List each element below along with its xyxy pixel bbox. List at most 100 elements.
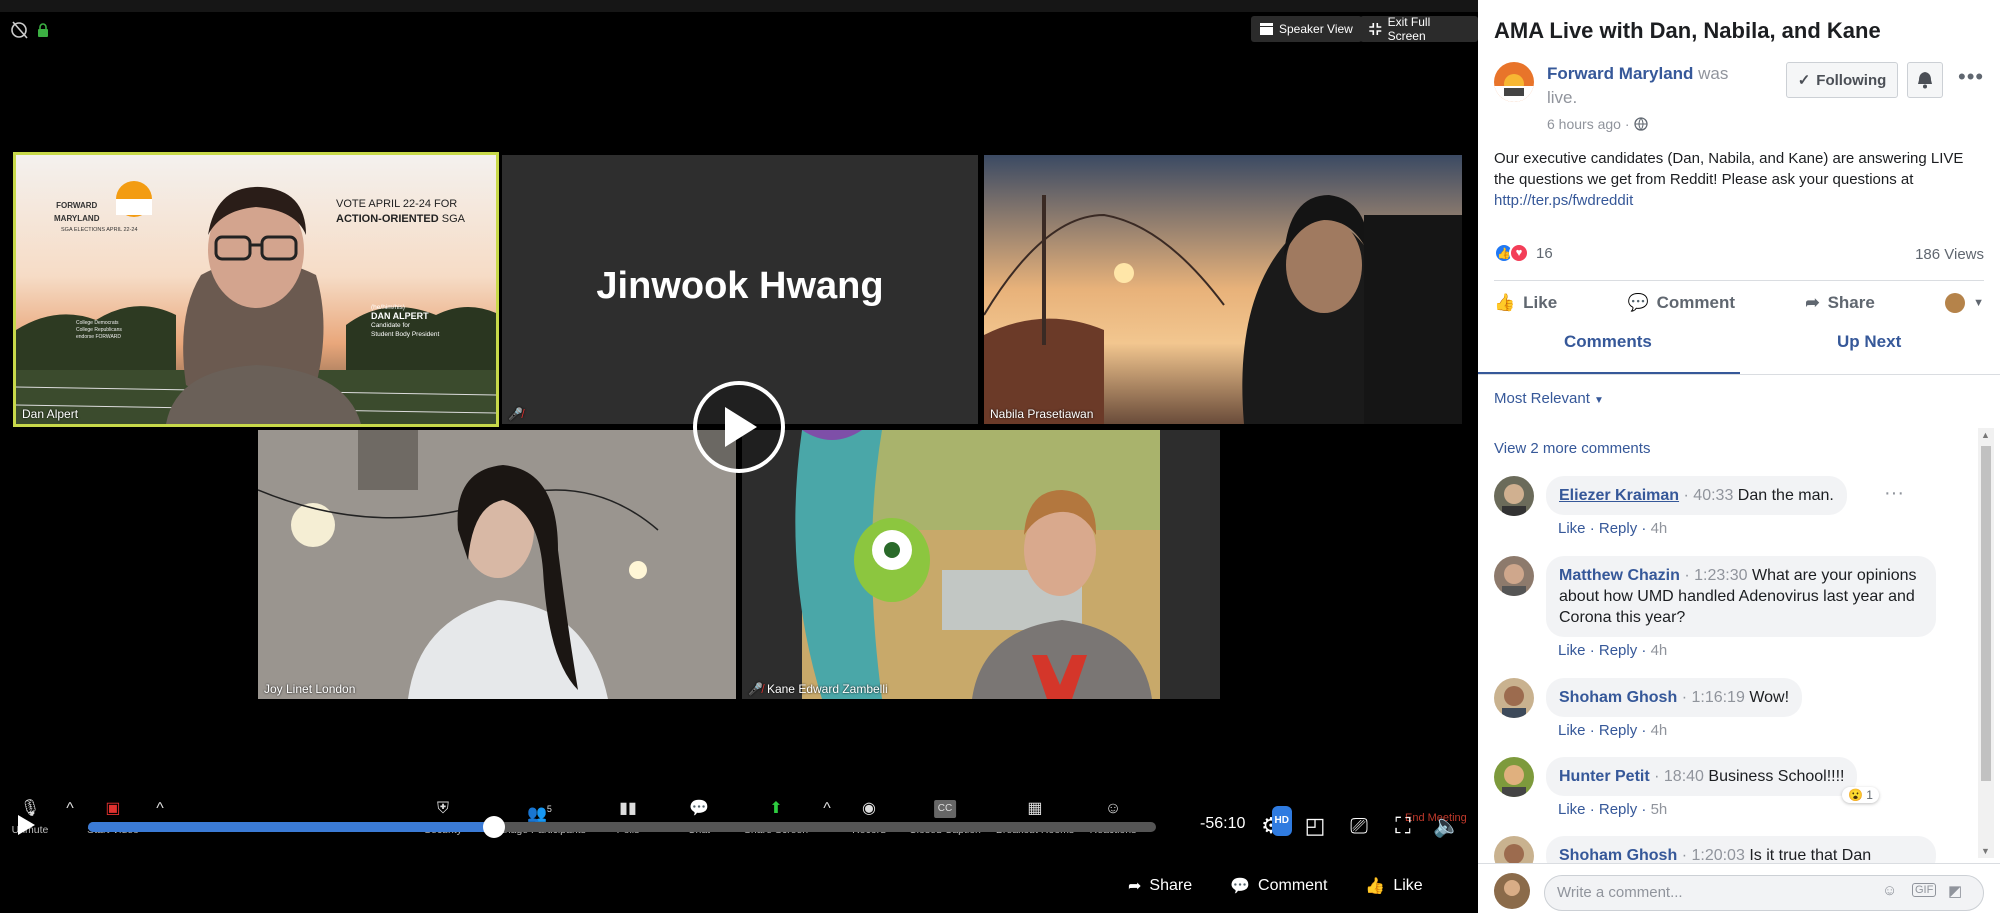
comment-timestamp[interactable]: 1:23:30: [1694, 567, 1747, 584]
overlay-comment-button[interactable]: 💬 Comment: [1230, 876, 1327, 896]
comment-reply-link[interactable]: Reply: [1599, 642, 1637, 659]
comment-author[interactable]: Hunter Petit: [1559, 768, 1650, 785]
scroll-up-icon[interactable]: ▲: [1981, 430, 1990, 440]
candidate-card: (he/him/his) DAN ALPERT Candidate for St…: [371, 304, 440, 338]
participant-tile-kane[interactable]: 🎤̸ Kane Edward Zambelli: [742, 430, 1220, 699]
post-as-selector[interactable]: ▼: [1945, 293, 1984, 313]
description-link[interactable]: http://ter.ps/fwdreddit: [1494, 190, 1984, 211]
overlay-like-button[interactable]: 👍 Like: [1365, 876, 1422, 896]
chevron-up-icon: ^: [66, 800, 74, 817]
participant-tile-dan[interactable]: FORWARD MARYLAND SGA ELECTIONS APRIL 22-…: [13, 152, 499, 427]
like-button[interactable]: 👍 Like: [1494, 293, 1557, 313]
gif-icon[interactable]: GIF: [1912, 883, 1937, 897]
settings-button[interactable]: ⚙ HD: [1256, 806, 1292, 840]
participant-name: Dan Alpert: [22, 407, 79, 421]
post-timestamp-link[interactable]: 6 hours ago ·: [1547, 116, 1630, 132]
comment-bubble: Hunter Petit · 18:40 Business School!!!!: [1546, 757, 1858, 796]
comment-timestamp[interactable]: 40:33: [1693, 487, 1733, 504]
comment-meta: Like · Reply · 4h: [1558, 520, 1668, 537]
comment-like-link[interactable]: Like: [1558, 801, 1586, 818]
exit-full-screen-button[interactable]: Exit Full Screen: [1360, 15, 1478, 43]
divider: [1494, 280, 1984, 281]
reaction-summary[interactable]: 👍 ♥ 16: [1494, 243, 1553, 263]
comment-bubble: Shoham Ghosh · 1:16:19 Wow!: [1546, 678, 1803, 717]
scroll-down-icon[interactable]: ▼: [1981, 846, 1990, 856]
muted-mic-icon: 🎤̸: [508, 407, 523, 421]
comment-button[interactable]: 💬 Comment: [1627, 293, 1735, 313]
avatar[interactable]: [1494, 757, 1534, 797]
avatar[interactable]: [1494, 836, 1534, 863]
lock-icon[interactable]: [36, 23, 50, 37]
share-screen-caret[interactable]: ^: [816, 800, 838, 824]
fullscreen-button[interactable]: ⛶: [1388, 812, 1418, 840]
post-time: 6 hours ago ·: [1547, 116, 1648, 132]
page-name-link[interactable]: Forward Maryland: [1547, 64, 1693, 83]
play-button[interactable]: [693, 381, 785, 473]
miniplayer-button[interactable]: ◰: [1300, 812, 1330, 840]
share-arrow-icon: ➦: [1805, 293, 1820, 312]
love-reaction-icon: ♥: [1509, 243, 1529, 263]
chevron-up-icon: ^: [156, 800, 164, 817]
sticker-icon[interactable]: ◩: [1948, 882, 1962, 900]
play-small-button[interactable]: [16, 814, 36, 841]
play-icon: [18, 815, 35, 835]
participant-name-muted: 🎤̸: [508, 407, 523, 421]
participant-placeholder-name: Jinwook Hwang: [596, 265, 884, 307]
participant-name: Joy Linet London: [264, 682, 356, 696]
comment-options-button[interactable]: ···: [1884, 482, 1904, 505]
avatar[interactable]: [1494, 476, 1534, 516]
comment-author[interactable]: Shoham Ghosh: [1559, 689, 1677, 706]
participant-tile-joy[interactable]: Joy Linet London: [258, 430, 736, 699]
overlay-share-button[interactable]: ➦ Share: [1128, 876, 1192, 896]
grid-icon: ▦: [1027, 800, 1043, 817]
view-more-comments-link[interactable]: View 2 more comments: [1494, 440, 1650, 457]
speaker-view-button[interactable]: Speaker View: [1251, 16, 1362, 42]
comment-author[interactable]: Matthew Chazin: [1559, 567, 1680, 584]
comment-like-link[interactable]: Like: [1558, 642, 1586, 659]
cast-button[interactable]: ⎚: [1344, 812, 1374, 840]
comment-reaction-badge[interactable]: 😮 1: [1842, 787, 1879, 803]
chevron-up-icon: ^: [823, 800, 831, 817]
chat-icon: 💬: [689, 800, 709, 817]
comment-like-link[interactable]: Like: [1558, 520, 1586, 537]
following-button[interactable]: ✓ Following: [1786, 62, 1898, 98]
volume-button[interactable]: 🔈: [1432, 812, 1462, 840]
comment-author[interactable]: Shoham Ghosh: [1559, 847, 1677, 863]
comment-timestamp[interactable]: 18:40: [1664, 768, 1704, 785]
comment-reply-link[interactable]: Reply: [1599, 722, 1637, 739]
avatar: [1494, 873, 1530, 909]
tab-comments[interactable]: Comments: [1564, 332, 1652, 352]
emoji-add-icon: ☺: [1104, 800, 1122, 817]
emoji-icon[interactable]: ☺: [1882, 882, 1897, 899]
more-options-button[interactable]: •••: [1958, 64, 1984, 90]
comment-reply-link[interactable]: Reply: [1599, 520, 1637, 537]
comment-like-link[interactable]: Like: [1558, 722, 1586, 739]
speaker-view-icon: [1260, 23, 1273, 35]
virtual-background: [16, 155, 496, 424]
share-button[interactable]: ➦ Share: [1805, 293, 1875, 313]
comment-author[interactable]: Eliezer Kraiman: [1559, 487, 1679, 504]
avatar[interactable]: [1494, 556, 1534, 596]
video-caret[interactable]: ^: [149, 800, 171, 824]
comments-scrollbar[interactable]: ▲ ▼: [1978, 428, 1994, 858]
seek-bar-handle[interactable]: [482, 816, 505, 838]
unmute-caret[interactable]: ^: [59, 800, 81, 824]
post-title: AMA Live with Dan, Nabila, and Kane: [1494, 18, 1881, 43]
avatar[interactable]: [1494, 678, 1534, 718]
notifications-button[interactable]: [1907, 62, 1943, 98]
post-description: Our executive candidates (Dan, Nabila, a…: [1494, 148, 1984, 211]
tab-up-next[interactable]: Up Next: [1837, 332, 1901, 352]
comment-text: Is it true that Dan: [1749, 847, 1872, 863]
comment-reply-link[interactable]: Reply: [1599, 801, 1637, 818]
scrollbar-thumb[interactable]: [1981, 446, 1991, 781]
page-avatar[interactable]: [1494, 62, 1534, 102]
ellipsis-icon: •••: [1958, 64, 1985, 89]
comment-timestamp[interactable]: 1:20:03: [1691, 847, 1744, 863]
endorsement-text: College Democrats College Republicans en…: [76, 320, 122, 340]
video-player[interactable]: Speaker View Exit Full Screen FORWARD MA…: [0, 0, 1478, 913]
zoom-info-icon[interactable]: [10, 20, 30, 40]
sort-dropdown[interactable]: Most Relevant ▼: [1494, 390, 1604, 407]
seek-bar[interactable]: [88, 816, 1156, 838]
comment-timestamp[interactable]: 1:16:19: [1691, 689, 1744, 706]
participant-tile-nabila[interactable]: Nabila Prasetiawan: [984, 155, 1462, 424]
